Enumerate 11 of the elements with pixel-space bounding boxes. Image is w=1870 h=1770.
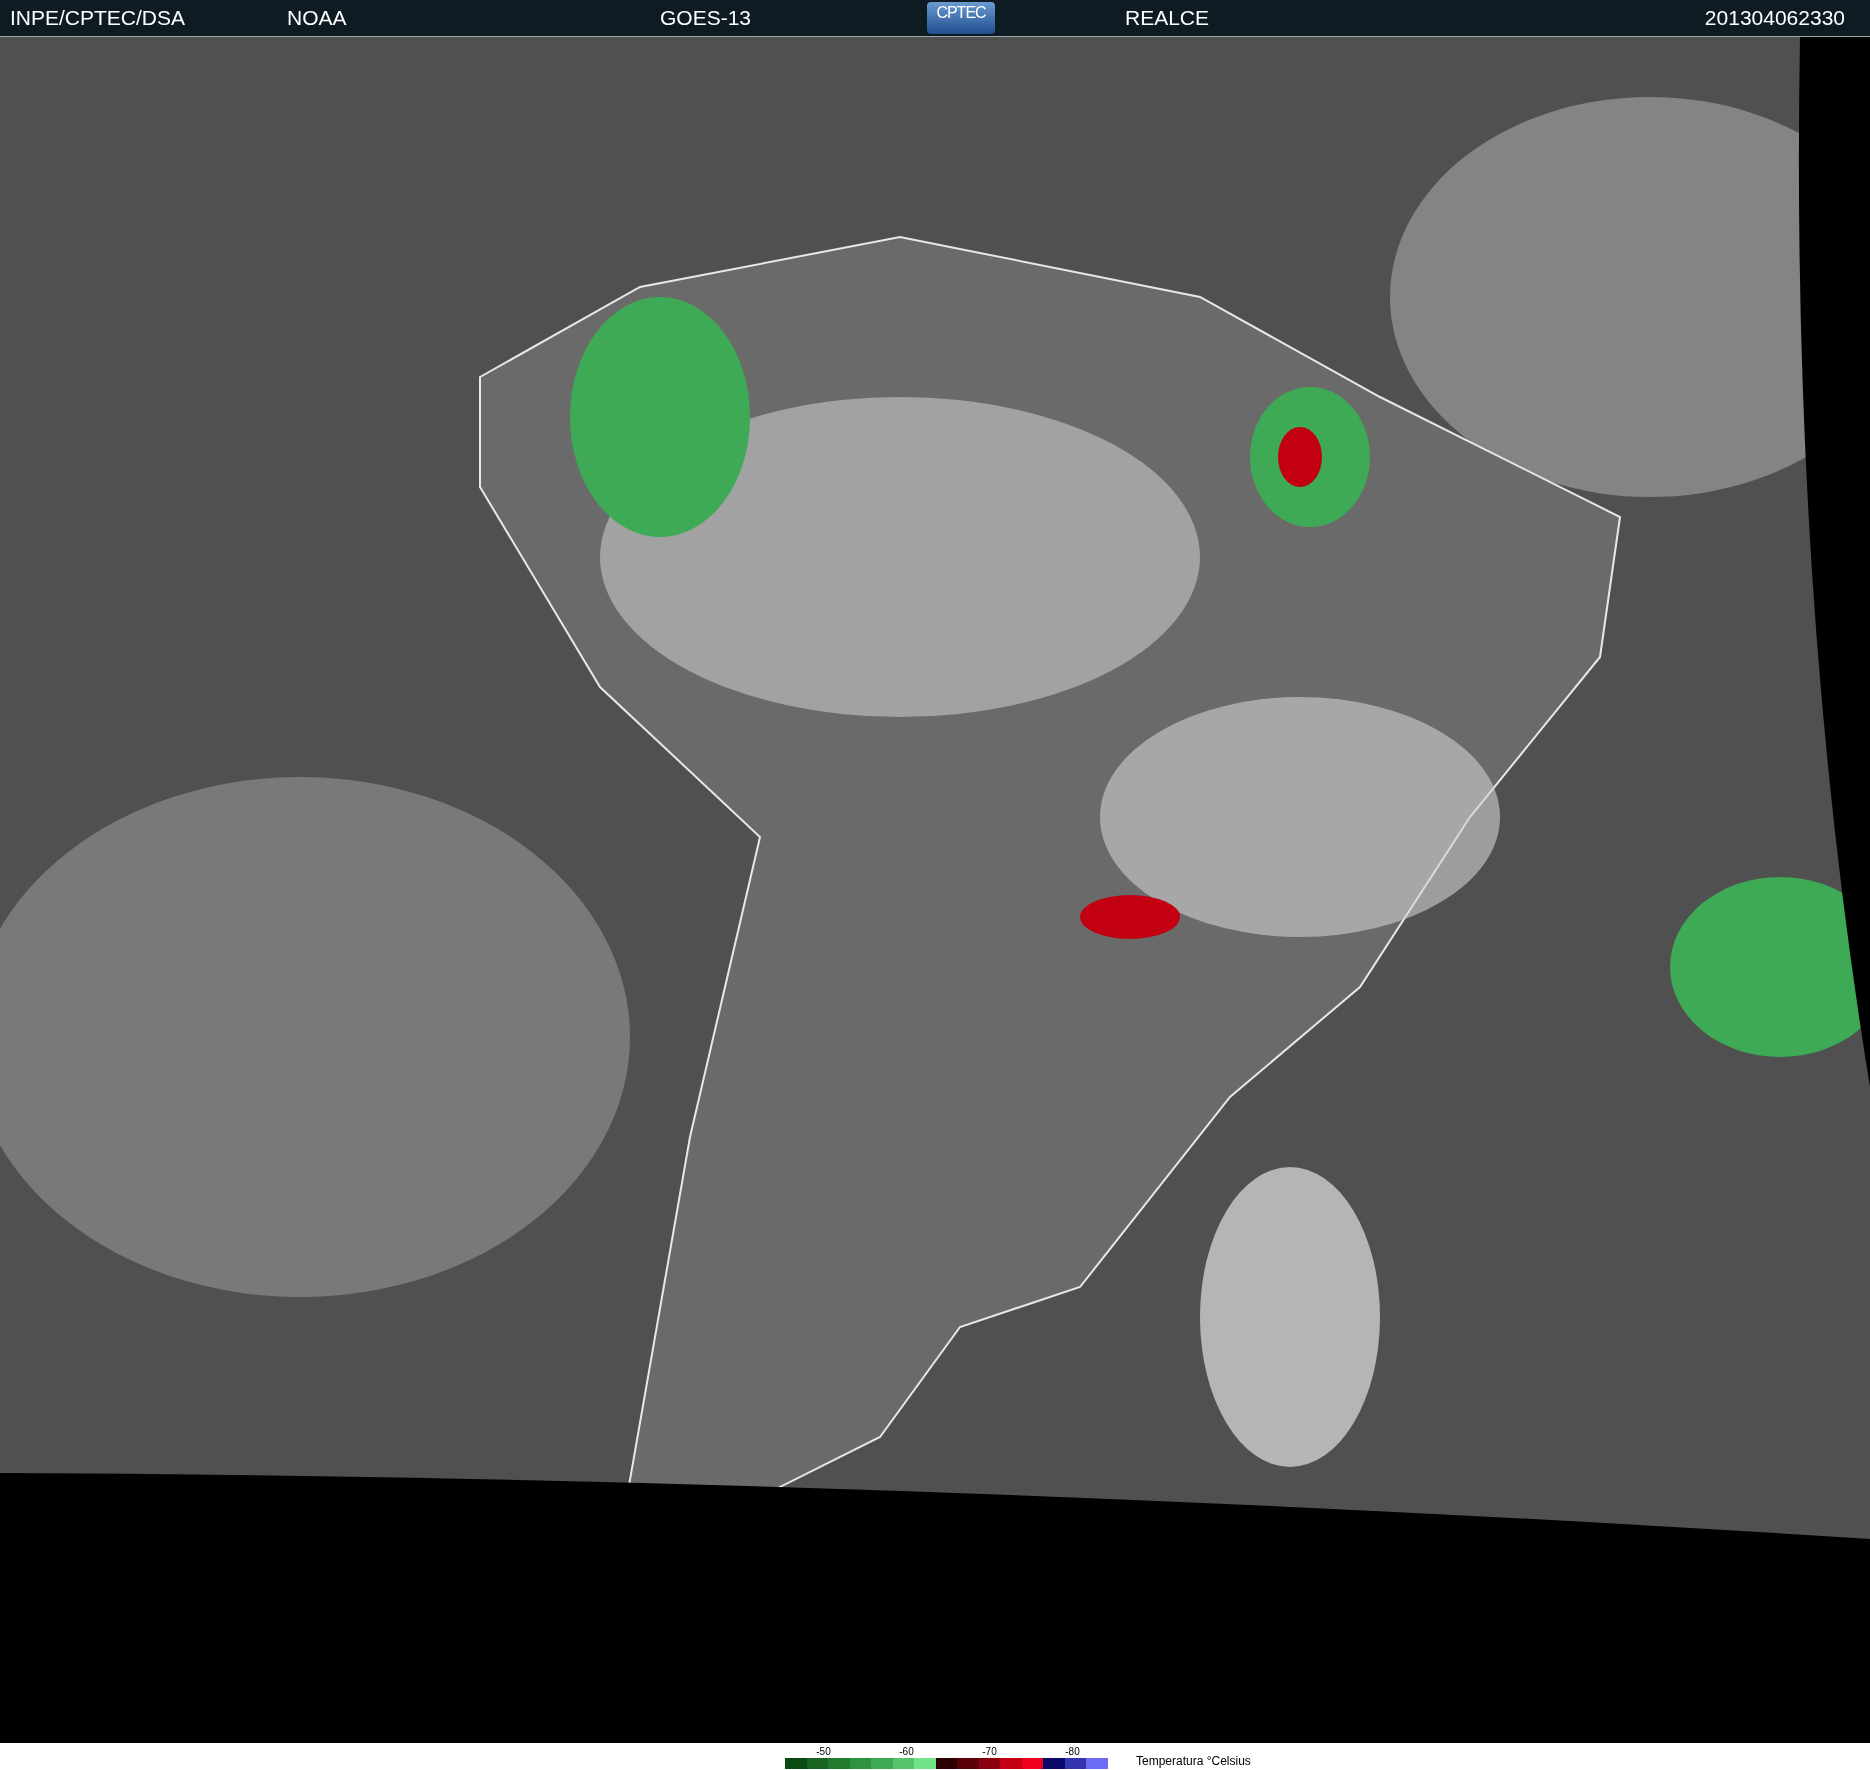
- agency-label: NOAA: [287, 6, 348, 30]
- scale-tick: -80: [1064, 1746, 1081, 1758]
- logo: CPTEC: [927, 2, 995, 34]
- satellite-label: GOES-13: [660, 6, 753, 30]
- scale-tick: -70: [981, 1746, 998, 1758]
- product-label: REALCE: [1125, 6, 1211, 30]
- legend-title: Temperatura °Celsius: [1136, 1754, 1251, 1768]
- scale-tick: -50: [815, 1746, 832, 1758]
- source-label: INPE/CPTEC/DSA: [10, 6, 187, 30]
- scale-tick: -60: [898, 1746, 915, 1758]
- timestamp-label: 201304062330: [1704, 6, 1845, 30]
